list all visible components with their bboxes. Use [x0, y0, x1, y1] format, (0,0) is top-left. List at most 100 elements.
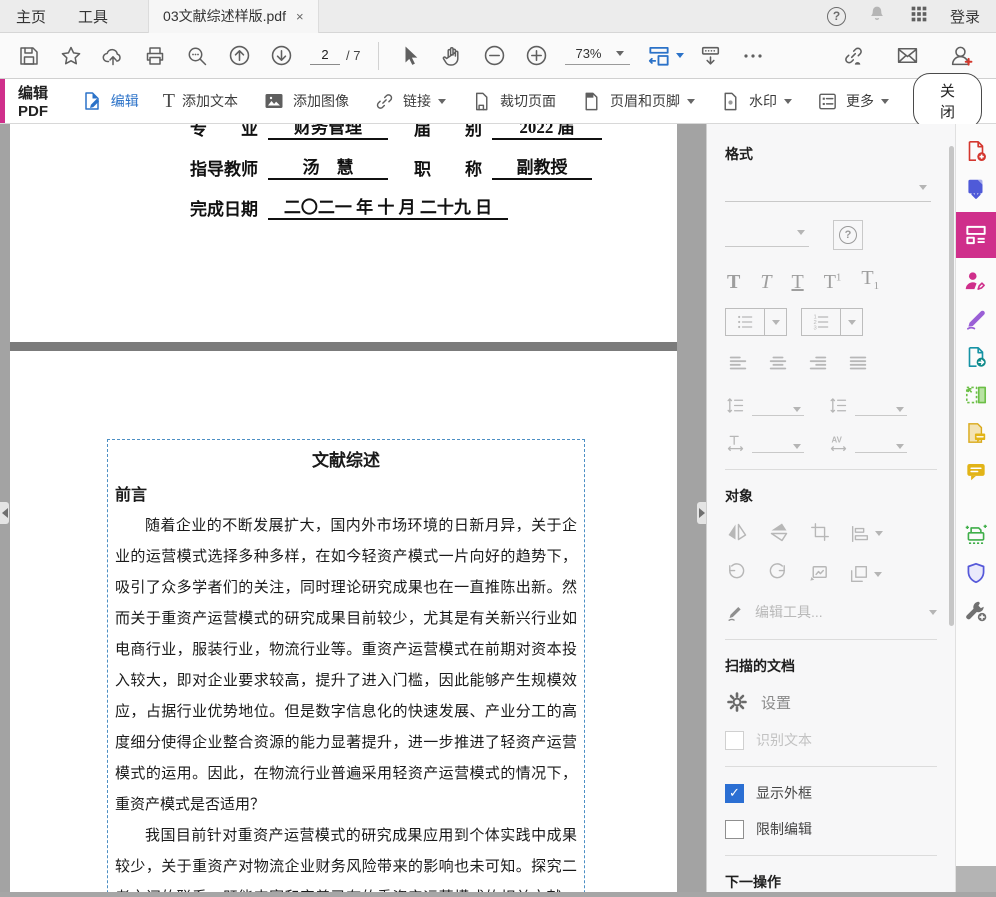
- select-tool-icon[interactable]: [394, 40, 426, 72]
- comment-icon[interactable]: [961, 456, 991, 486]
- chevron-down-icon: [616, 51, 624, 56]
- help-icon[interactable]: ?: [827, 7, 846, 26]
- gear-icon: [725, 690, 749, 714]
- align-center-button[interactable]: [767, 352, 789, 377]
- more-tools-icon[interactable]: [737, 40, 769, 72]
- chevron-left-icon: [2, 508, 8, 518]
- close-edit-button[interactable]: 关闭: [913, 73, 982, 129]
- left-panel-handle[interactable]: [0, 502, 9, 524]
- char-spacing-dropdown[interactable]: AV: [828, 432, 907, 453]
- superscript-button[interactable]: T1: [824, 272, 842, 292]
- add-text-button[interactable]: T 添加文本: [163, 91, 238, 111]
- paragraph-spacing-dropdown[interactable]: [828, 395, 907, 416]
- subscript-button[interactable]: T1: [861, 268, 879, 292]
- header-footer-button[interactable]: 页眉和页脚: [580, 90, 695, 113]
- align-right-button[interactable]: [807, 352, 829, 377]
- more-button[interactable]: 更多: [816, 90, 889, 113]
- format-help-button[interactable]: ?: [833, 220, 863, 250]
- hand-tool-icon[interactable]: [436, 40, 468, 72]
- numbered-list-dropdown[interactable]: 123: [801, 308, 863, 336]
- line-spacing-dropdown[interactable]: [725, 395, 804, 416]
- show-outline-checkbox[interactable]: ✓ 显示外框: [725, 783, 937, 803]
- edit-tools-dropdown[interactable]: 编辑工具...: [725, 601, 937, 623]
- tab-tools[interactable]: 工具: [62, 0, 124, 33]
- flip-horizontal-button[interactable]: [725, 520, 749, 547]
- organize-pages-tool-icon[interactable]: [961, 380, 991, 410]
- right-panel-handle[interactable]: [697, 502, 706, 524]
- export-pdf-icon[interactable]: [961, 174, 991, 204]
- account-icon[interactable]: [945, 40, 977, 72]
- title-bar: 主页 工具 03文献综述样版.pdf × ? 登录: [0, 0, 996, 33]
- tab-home[interactable]: 主页: [0, 0, 62, 33]
- crop-object-button[interactable]: [809, 521, 831, 546]
- svg-text:3: 3: [814, 326, 817, 332]
- rotate-right-button[interactable]: [766, 561, 789, 587]
- protect-icon[interactable]: [961, 558, 991, 588]
- underline-button[interactable]: T: [791, 272, 803, 292]
- chevron-right-icon: [699, 508, 705, 518]
- flip-vertical-button[interactable]: [767, 520, 791, 547]
- pdf-page-2[interactable]: 文献综述 前言 随着企业的不断发展扩大，国内外市场环境的日新月异，关于企业的运营…: [10, 351, 677, 897]
- font-size-dropdown[interactable]: [725, 223, 809, 247]
- link-label: 链接: [403, 91, 431, 111]
- settings-button[interactable]: 设置: [725, 690, 937, 714]
- font-family-dropdown[interactable]: [725, 178, 931, 202]
- share-file-icon[interactable]: [961, 342, 991, 372]
- document-tab[interactable]: 03文献综述样版.pdf ×: [148, 0, 319, 33]
- previous-page-icon[interactable]: [223, 40, 255, 72]
- italic-button[interactable]: T: [760, 272, 771, 292]
- link-button[interactable]: 链接: [373, 90, 446, 113]
- restrict-editing-checkbox[interactable]: 限制编辑: [725, 819, 937, 839]
- pencil-icon: [725, 601, 747, 623]
- star-icon[interactable]: [55, 40, 87, 72]
- share-link-icon[interactable]: [837, 40, 869, 72]
- bullet-list-dropdown[interactable]: [725, 308, 787, 336]
- more-label: 更多: [846, 91, 874, 111]
- more-tools-strip-icon[interactable]: [961, 596, 991, 626]
- text-block-outline[interactable]: 文献综述 前言 随着企业的不断发展扩大，国内外市场环境的日新月异，关于企业的运营…: [107, 439, 585, 897]
- page-number-input[interactable]: 2: [310, 47, 340, 65]
- toolbar-divider: [378, 42, 379, 70]
- search-icon[interactable]: [181, 40, 213, 72]
- zoom-in-icon[interactable]: [520, 40, 552, 72]
- align-left-button[interactable]: [727, 352, 749, 377]
- app-grid-icon[interactable]: [908, 3, 930, 30]
- print-icon[interactable]: [139, 40, 171, 72]
- char-scale-dropdown[interactable]: [725, 432, 804, 453]
- save-icon[interactable]: [13, 40, 45, 72]
- edit-button[interactable]: 编辑: [80, 89, 139, 113]
- crop-pages-button[interactable]: 裁切页面: [470, 90, 556, 113]
- pdf-page-1[interactable]: 专 业 财务管理 届 别 2022 届 指导教师 汤 慧 职 称 副教授 完成日…: [10, 124, 677, 342]
- align-objects-dropdown[interactable]: [849, 523, 883, 545]
- bullet-list-icon: [726, 309, 764, 335]
- bell-icon[interactable]: [866, 3, 888, 30]
- sidebar-scrollbar[interactable]: [949, 146, 954, 626]
- edit-pdf-title: 编辑 PDF: [18, 82, 50, 120]
- rotate-left-button[interactable]: [725, 561, 748, 587]
- close-tab-icon[interactable]: ×: [296, 9, 304, 24]
- recognize-text-checkbox[interactable]: 识别文本: [725, 730, 937, 750]
- create-pdf-icon[interactable]: [961, 136, 991, 166]
- request-signatures-icon[interactable]: [961, 266, 991, 296]
- email-icon[interactable]: [891, 40, 923, 72]
- fill-sign-icon[interactable]: [961, 304, 991, 334]
- replace-image-button[interactable]: [807, 561, 830, 587]
- page-display-icon[interactable]: [695, 40, 727, 72]
- zoom-level-dropdown[interactable]: 73%: [565, 46, 629, 65]
- add-image-button[interactable]: 添加图像: [262, 89, 349, 113]
- align-justify-button[interactable]: [847, 352, 869, 377]
- fit-options-chevron-icon[interactable]: [676, 53, 684, 58]
- login-button[interactable]: 登录: [950, 6, 980, 27]
- arrange-objects-dropdown[interactable]: [848, 563, 882, 585]
- zoom-out-icon[interactable]: [478, 40, 510, 72]
- export-comments-icon[interactable]: [961, 418, 991, 448]
- fit-width-icon[interactable]: [643, 40, 675, 72]
- quick-toolbar: 2 / 7 73%: [0, 33, 996, 79]
- share-cloud-icon[interactable]: [97, 40, 129, 72]
- edit-pdf-tool-active[interactable]: [956, 212, 996, 258]
- watermark-button[interactable]: 水印: [719, 90, 792, 113]
- bold-button[interactable]: T: [727, 272, 740, 292]
- enhance-scans-icon[interactable]: [961, 520, 991, 550]
- document-viewport[interactable]: 专 业 财务管理 届 别 2022 届 指导教师 汤 慧 职 称 副教授 完成日…: [0, 124, 706, 897]
- next-page-icon[interactable]: [265, 40, 297, 72]
